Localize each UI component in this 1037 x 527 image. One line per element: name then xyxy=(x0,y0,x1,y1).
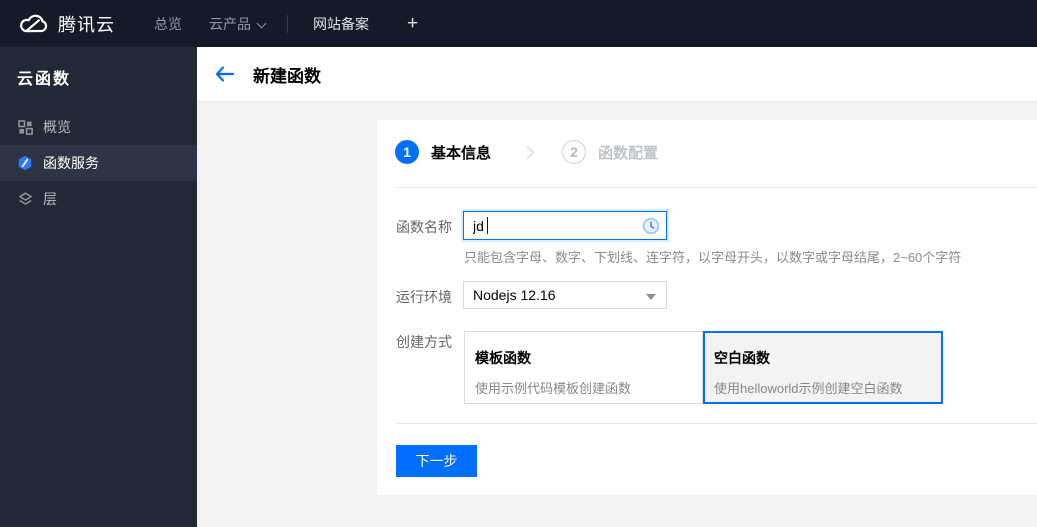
function-name-label: 函数名称 xyxy=(396,219,452,235)
divider xyxy=(396,187,1037,188)
text-cursor xyxy=(487,217,488,234)
create-function-panel: 1 基本信息 2 函数配置 函数名称 只能包含字母、数字、下划线、连字符，以字母… xyxy=(377,120,1037,495)
back-arrow-icon xyxy=(215,66,235,82)
grid-icon xyxy=(17,119,33,135)
nav-icp[interactable]: 网站备案 xyxy=(313,14,369,34)
step-indicator: 1 基本信息 2 函数配置 xyxy=(395,140,658,164)
page-title: 新建函数 xyxy=(253,66,321,86)
topbar-nav: 总览 云产品 网站备案 + xyxy=(154,14,418,34)
card-description: 使用示例代码模板创建函数 xyxy=(475,381,632,396)
sidebar-nav: 概览 函数服务 层 xyxy=(0,109,197,217)
sidebar: 云函数 概览 函数服务 层 xyxy=(0,47,197,527)
chevron-down-icon xyxy=(256,18,267,28)
add-tab-button[interactable]: + xyxy=(407,14,418,33)
card-description: 使用helloworld示例创建空白函数 xyxy=(714,381,903,396)
nav-products[interactable]: 云产品 xyxy=(209,14,267,34)
validating-clock-icon xyxy=(642,217,660,240)
runtime-selected-value: Nodejs 12.16 xyxy=(473,287,556,303)
layers-icon xyxy=(17,191,33,207)
sidebar-item-overview[interactable]: 概览 xyxy=(0,109,197,145)
sidebar-title: 云函数 xyxy=(17,71,72,88)
runtime-select[interactable]: Nodejs 12.16 xyxy=(463,281,667,309)
card-title: 模板函数 xyxy=(475,350,531,366)
step-1-label: 基本信息 xyxy=(431,144,492,162)
sidebar-item-label: 概览 xyxy=(43,119,71,135)
runtime-label: 运行环境 xyxy=(396,289,452,305)
sidebar-item-layers[interactable]: 层 xyxy=(0,181,197,217)
sidebar-item-label: 函数服务 xyxy=(43,155,99,171)
brand-name[interactable]: 腾讯云 xyxy=(58,11,115,37)
dropdown-caret-icon xyxy=(646,294,656,300)
creation-method-label: 创建方式 xyxy=(396,334,452,350)
scf-hexagon-icon xyxy=(17,155,33,171)
step-2-circle: 2 xyxy=(562,140,587,164)
content-header: 新建函数 xyxy=(197,47,1037,102)
next-step-button[interactable]: 下一步 xyxy=(396,445,477,477)
sidebar-item-function-service[interactable]: 函数服务 xyxy=(0,145,197,181)
method-card-blank-function[interactable]: 空白函数 使用helloworld示例创建空白函数 xyxy=(703,331,943,404)
function-name-help: 只能包含字母、数字、下划线、连字符，以字母开头，以数字或字母结尾，2~60个字符 xyxy=(464,250,962,265)
divider xyxy=(396,423,1037,424)
function-name-field xyxy=(463,211,667,240)
function-name-input[interactable] xyxy=(463,211,667,240)
nav-overview[interactable]: 总览 xyxy=(154,14,182,34)
back-button[interactable] xyxy=(215,66,235,82)
card-title: 空白函数 xyxy=(714,350,770,366)
step-1-circle: 1 xyxy=(395,140,419,164)
sidebar-item-label: 层 xyxy=(43,191,57,207)
step-chevron-icon xyxy=(521,145,534,159)
method-card-template-function[interactable]: 模板函数 使用示例代码模板创建函数 xyxy=(464,331,703,404)
topbar: 腾讯云 总览 云产品 网站备案 + xyxy=(0,0,1037,47)
nav-divider xyxy=(287,14,288,33)
step-2-label: 函数配置 xyxy=(598,144,659,162)
tencent-cloud-logo-icon[interactable] xyxy=(17,12,49,36)
